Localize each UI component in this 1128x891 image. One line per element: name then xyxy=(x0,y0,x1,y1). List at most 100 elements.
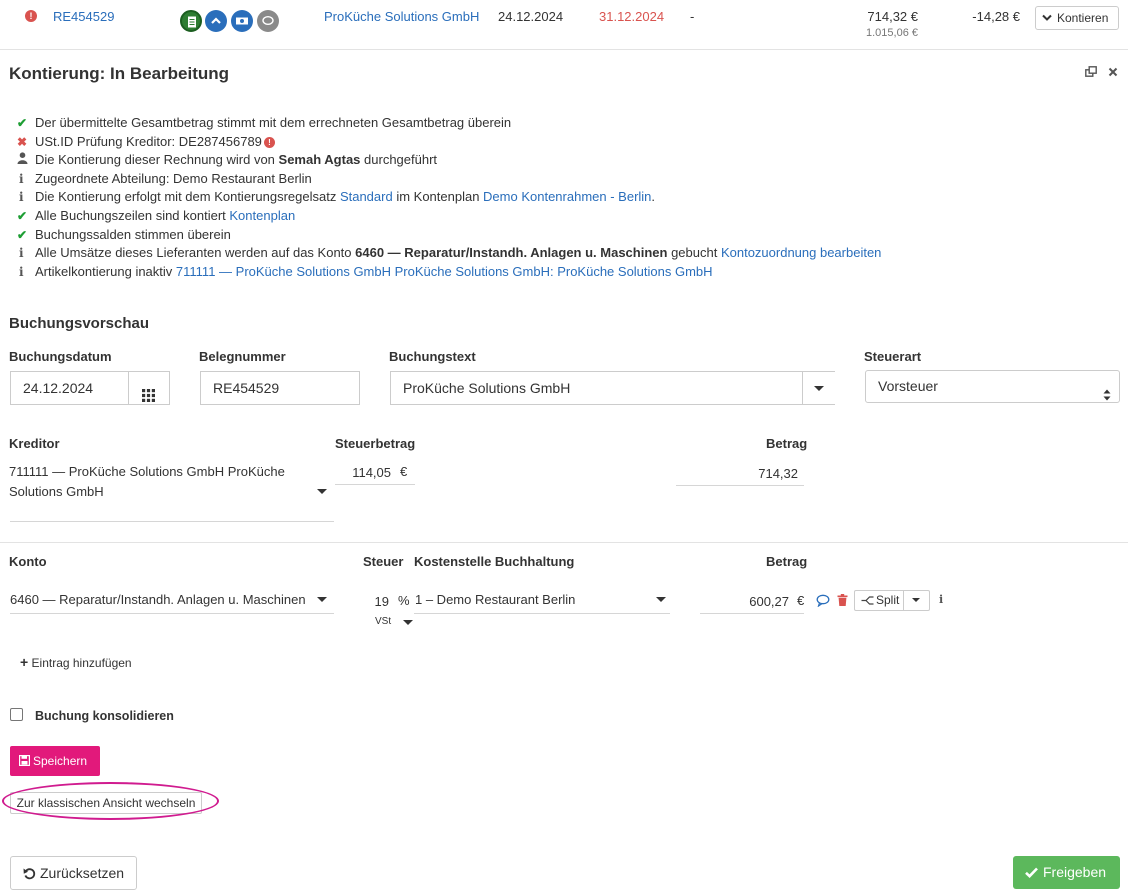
approve-button[interactable]: Freigeben xyxy=(1013,856,1120,889)
empty-value: - xyxy=(690,9,695,24)
amount-difference: -14,28 € xyxy=(972,9,1020,24)
booking-text-dropdown-button[interactable] xyxy=(802,372,835,404)
line-amount-underline xyxy=(700,613,804,614)
validation-list: ✔ Der übermittelte Gesamtbetrag stimmt mi… xyxy=(17,114,881,281)
tax-rate-input[interactable]: 19 xyxy=(372,594,389,609)
percent-sign: % xyxy=(398,593,410,608)
cost-center-caret-icon[interactable] xyxy=(656,597,666,602)
cost-center-underline xyxy=(414,613,670,614)
amount-input[interactable]: 714,32 xyxy=(676,466,798,481)
sort-caret-icon xyxy=(1103,381,1111,412)
chevron-up-icon[interactable] xyxy=(205,10,227,32)
booking-text-select[interactable]: ProKüche Solutions GmbH xyxy=(390,371,835,405)
amount-underline xyxy=(676,485,804,486)
edit-account-mapping-link[interactable]: Kontozuordnung bearbeiten xyxy=(721,245,881,260)
warning-badge-icon[interactable]: ! xyxy=(263,136,275,148)
popout-icon[interactable] xyxy=(1084,66,1100,80)
chevron-down-icon xyxy=(1042,8,1052,30)
consolidate-label: Buchung konsolidieren xyxy=(35,709,174,723)
account-underline xyxy=(10,613,334,614)
vendor-link[interactable]: ProKüche Solutions GmbH xyxy=(324,9,479,24)
invoice-row[interactable]: ! RE454529 ProKüche Solutions GmbH 24.12… xyxy=(0,0,1128,50)
calendar-grid-icon xyxy=(142,381,155,413)
cost-center-select[interactable]: 1 – Demo Restaurant Berlin xyxy=(415,592,575,607)
doc-number-input[interactable]: RE454529 xyxy=(200,371,360,405)
account-label: Konto xyxy=(9,554,47,569)
check-icon: ✔ xyxy=(17,227,28,242)
tax-label: Steuer xyxy=(363,554,404,569)
kontieren-label: Kontieren xyxy=(1057,11,1109,25)
booking-text-label: Buchungstext xyxy=(389,349,476,364)
check-item: ✔ Alle Buchungszeilen sind kontiert Konte… xyxy=(17,207,881,226)
cross-icon: ✖ xyxy=(17,134,28,149)
trash-icon[interactable] xyxy=(837,594,848,609)
doc-number-label: Belegnummer xyxy=(199,349,286,364)
kontieren-button[interactable]: Kontieren xyxy=(1035,6,1119,30)
split-label: Split xyxy=(876,593,900,607)
line-amount-label: Betrag xyxy=(766,554,808,569)
amount-net: 714,32 € xyxy=(867,9,918,24)
tax-amount-underline xyxy=(335,484,415,485)
save-icon xyxy=(19,747,31,777)
tax-code-caret-icon[interactable] xyxy=(403,620,413,625)
booking-preview-title: Buchungsvorschau xyxy=(9,315,150,332)
creditor-select[interactable]: 711111 — ProKüche Solutions GmbH ProKüch… xyxy=(9,462,299,502)
chart-of-accounts-link[interactable]: Demo Kontenrahmen - Berlin xyxy=(483,189,651,204)
tax-amount-input[interactable]: 114,05 xyxy=(335,465,391,480)
undo-icon xyxy=(23,859,36,891)
line-currency: € xyxy=(797,593,805,608)
invoice-date: 24.12.2024 xyxy=(498,9,564,24)
save-button[interactable]: Speichern xyxy=(10,746,100,776)
info-icon: i xyxy=(19,246,24,261)
cost-center-label: Kostenstelle Buchhaltung xyxy=(414,554,575,569)
tax-code-select[interactable]: VSt xyxy=(375,616,391,627)
info-icon[interactable]: i xyxy=(937,593,943,606)
consolidate-checkbox[interactable] xyxy=(10,708,23,721)
tax-type-select[interactable]: Vorsteuer xyxy=(865,370,1120,403)
account-caret-icon[interactable] xyxy=(317,597,327,602)
user-icon xyxy=(17,151,35,170)
article-account-link[interactable]: 711111 — ProKüche Solutions GmbH ProKüch… xyxy=(176,264,713,279)
reset-button[interactable]: Zurücksetzen xyxy=(10,856,137,890)
split-dropdown-icon[interactable] xyxy=(912,598,920,602)
caret-down-icon xyxy=(814,386,824,391)
creditor-underline xyxy=(10,521,334,522)
calendar-button[interactable] xyxy=(128,371,170,405)
money-icon[interactable] xyxy=(231,10,253,32)
tax-currency: € xyxy=(400,464,408,479)
split-separator xyxy=(903,591,904,610)
due-date: 31.12.2024 xyxy=(599,9,665,24)
amount-gross: 1.015,06 € xyxy=(866,27,918,39)
booking-date-field[interactable]: 24.12.2024 xyxy=(10,371,170,405)
info-icon: i xyxy=(19,171,24,186)
check-icon: ✔ xyxy=(17,116,28,130)
split-icon xyxy=(861,594,874,613)
check-item: i Artikelkontierung inaktiv 711111 — ProK… xyxy=(17,263,881,282)
window-controls xyxy=(1077,66,1118,80)
check-item: Die Kontierung dieser Rechnung wird von … xyxy=(17,151,881,170)
close-icon[interactable] xyxy=(1108,66,1118,80)
comment-icon[interactable] xyxy=(257,10,279,32)
kontenplan-link[interactable]: Kontenplan xyxy=(229,208,295,223)
booking-date-label: Buchungsdatum xyxy=(9,349,112,364)
info-icon: i xyxy=(19,264,24,279)
creditor-label: Kreditor xyxy=(9,436,60,451)
split-button[interactable]: Split xyxy=(854,590,930,611)
invoice-number-link[interactable]: RE454529 xyxy=(53,9,114,24)
add-entry-button[interactable]: + Eintrag hinzufügen xyxy=(20,654,132,670)
creditor-caret-icon[interactable] xyxy=(317,489,327,494)
divider xyxy=(0,542,1128,543)
check-item: i Alle Umsätze dieses Lieferanten werden … xyxy=(17,244,881,263)
check-icon: ✔ xyxy=(17,208,28,223)
plus-icon: + xyxy=(20,654,29,670)
highlight-annotation xyxy=(2,782,219,820)
check-icon xyxy=(1025,857,1038,890)
ruleset-link[interactable]: Standard xyxy=(340,189,393,204)
document-icon[interactable] xyxy=(180,10,202,32)
check-item: i Die Kontierung erfolgt mit dem Kontieru… xyxy=(17,188,881,207)
check-item: ✖ USt.ID Prüfung Kreditor: DE287456789! xyxy=(17,133,881,152)
line-amount-input[interactable]: 600,27 xyxy=(700,594,789,609)
comment-icon[interactable] xyxy=(816,594,830,610)
check-item: ✔ Der übermittelte Gesamtbetrag stimmt mi… xyxy=(17,114,881,133)
account-select[interactable]: 6460 — Reparatur/Instandh. Anlagen u. Ma… xyxy=(10,592,306,607)
